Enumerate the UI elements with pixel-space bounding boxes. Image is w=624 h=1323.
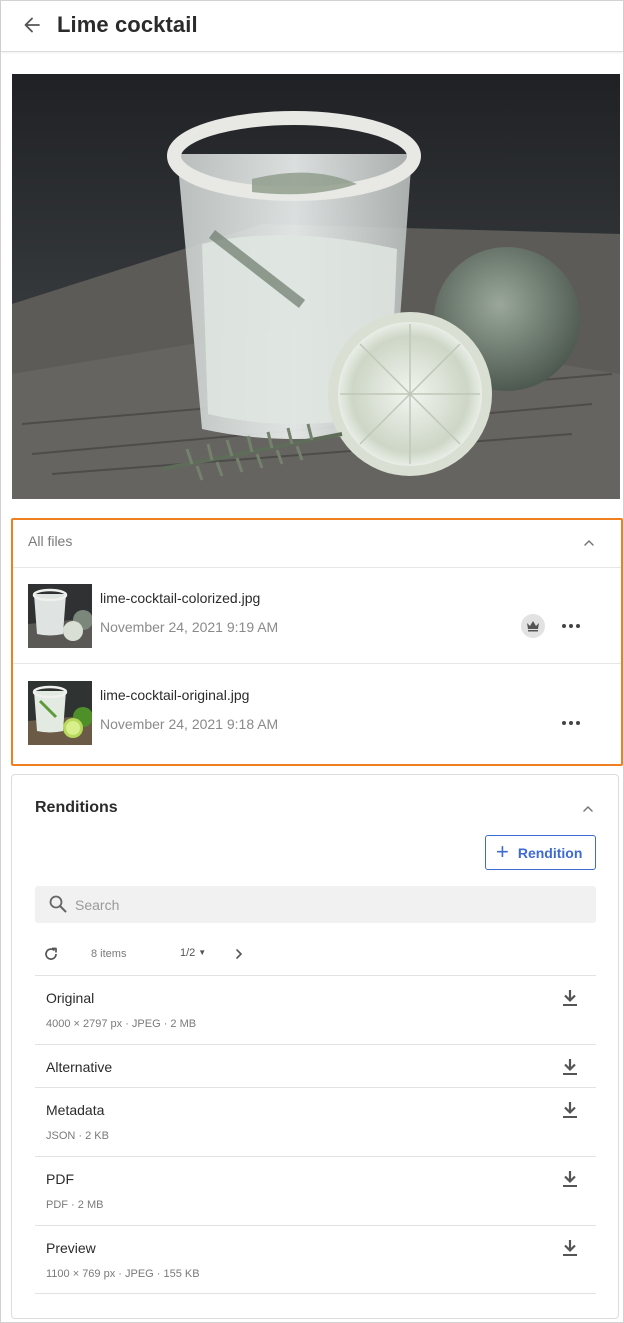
list-item[interactable]: PDF PDF · 2 MB bbox=[35, 1156, 596, 1225]
more-options-icon[interactable] bbox=[560, 713, 582, 733]
download-icon[interactable] bbox=[562, 1101, 578, 1119]
all-files-panel: All files lime-cocktail-colorized.jpg No… bbox=[11, 518, 623, 766]
rendition-name: Alternative bbox=[46, 1059, 113, 1075]
download-icon[interactable] bbox=[562, 1170, 578, 1188]
page-selector[interactable]: 1/2 ▼ bbox=[180, 947, 206, 959]
chevron-up-icon[interactable] bbox=[582, 536, 596, 550]
file-row[interactable]: lime-cocktail-colorized.jpg November 24,… bbox=[13, 568, 621, 664]
plus-icon: + bbox=[496, 838, 509, 864]
list-item[interactable]: Original 4000 × 2797 px · JPEG · 2 MB bbox=[35, 975, 596, 1044]
top-bar: Lime cocktail bbox=[1, 1, 623, 52]
rendition-name: PDF bbox=[46, 1171, 74, 1187]
chevron-right-icon[interactable] bbox=[233, 947, 245, 961]
search-icon bbox=[49, 895, 67, 913]
list-item[interactable]: Alternative bbox=[35, 1044, 596, 1087]
rendition-meta: PDF · 2 MB bbox=[46, 1199, 104, 1211]
page-title: Lime cocktail bbox=[57, 12, 198, 37]
list-item[interactable]: Preview 1100 × 769 px · JPEG · 155 KB bbox=[35, 1225, 596, 1294]
file-row[interactable]: lime-cocktail-original.jpg November 24, … bbox=[13, 665, 621, 761]
file-name[interactable]: lime-cocktail-original.jpg bbox=[100, 687, 249, 703]
list-toolbar: 8 items 1/2 ▼ bbox=[35, 943, 596, 967]
arrow-left-icon[interactable] bbox=[21, 14, 43, 36]
add-rendition-label: Rendition bbox=[517, 844, 583, 861]
file-thumbnail bbox=[28, 584, 92, 648]
page-label: 1/2 bbox=[180, 947, 196, 959]
all-files-header[interactable]: All files bbox=[13, 520, 621, 568]
caret-down-icon: ▼ bbox=[198, 948, 207, 957]
renditions-heading: Renditions bbox=[35, 799, 118, 816]
file-thumbnail bbox=[28, 681, 92, 745]
rendition-meta: 4000 × 2797 px · JPEG · 2 MB bbox=[46, 1018, 197, 1030]
more-options-icon[interactable] bbox=[560, 616, 582, 636]
file-date: November 24, 2021 9:19 AM bbox=[100, 619, 279, 635]
asset-preview-image bbox=[12, 74, 620, 499]
renditions-panel: Renditions + Rendition 8 items 1/2▼ Orig… bbox=[11, 774, 619, 1319]
rendition-name: Metadata bbox=[46, 1102, 105, 1118]
crown-icon bbox=[521, 614, 545, 638]
rendition-name: Preview bbox=[46, 1240, 96, 1256]
search-input[interactable] bbox=[75, 886, 575, 923]
add-rendition-button[interactable]: + Rendition bbox=[485, 835, 596, 870]
rendition-meta: JSON · 2 KB bbox=[46, 1130, 109, 1142]
file-date: November 24, 2021 9:18 AM bbox=[100, 716, 279, 732]
download-icon[interactable] bbox=[562, 1058, 578, 1076]
file-name[interactable]: lime-cocktail-colorized.jpg bbox=[100, 590, 260, 606]
chevron-up-icon[interactable] bbox=[581, 802, 595, 816]
item-count: 8 items bbox=[91, 948, 127, 960]
renditions-list: Original 4000 × 2797 px · JPEG · 2 MB Al… bbox=[35, 975, 596, 1294]
rendition-meta: 1100 × 769 px · JPEG · 155 KB bbox=[46, 1268, 200, 1280]
download-icon[interactable] bbox=[562, 989, 578, 1007]
download-icon[interactable] bbox=[562, 1239, 578, 1257]
all-files-heading: All files bbox=[28, 533, 73, 549]
search-box bbox=[35, 886, 596, 923]
refresh-icon[interactable] bbox=[43, 946, 59, 962]
rendition-name: Original bbox=[46, 990, 95, 1006]
list-item[interactable]: Metadata JSON · 2 KB bbox=[35, 1087, 596, 1156]
